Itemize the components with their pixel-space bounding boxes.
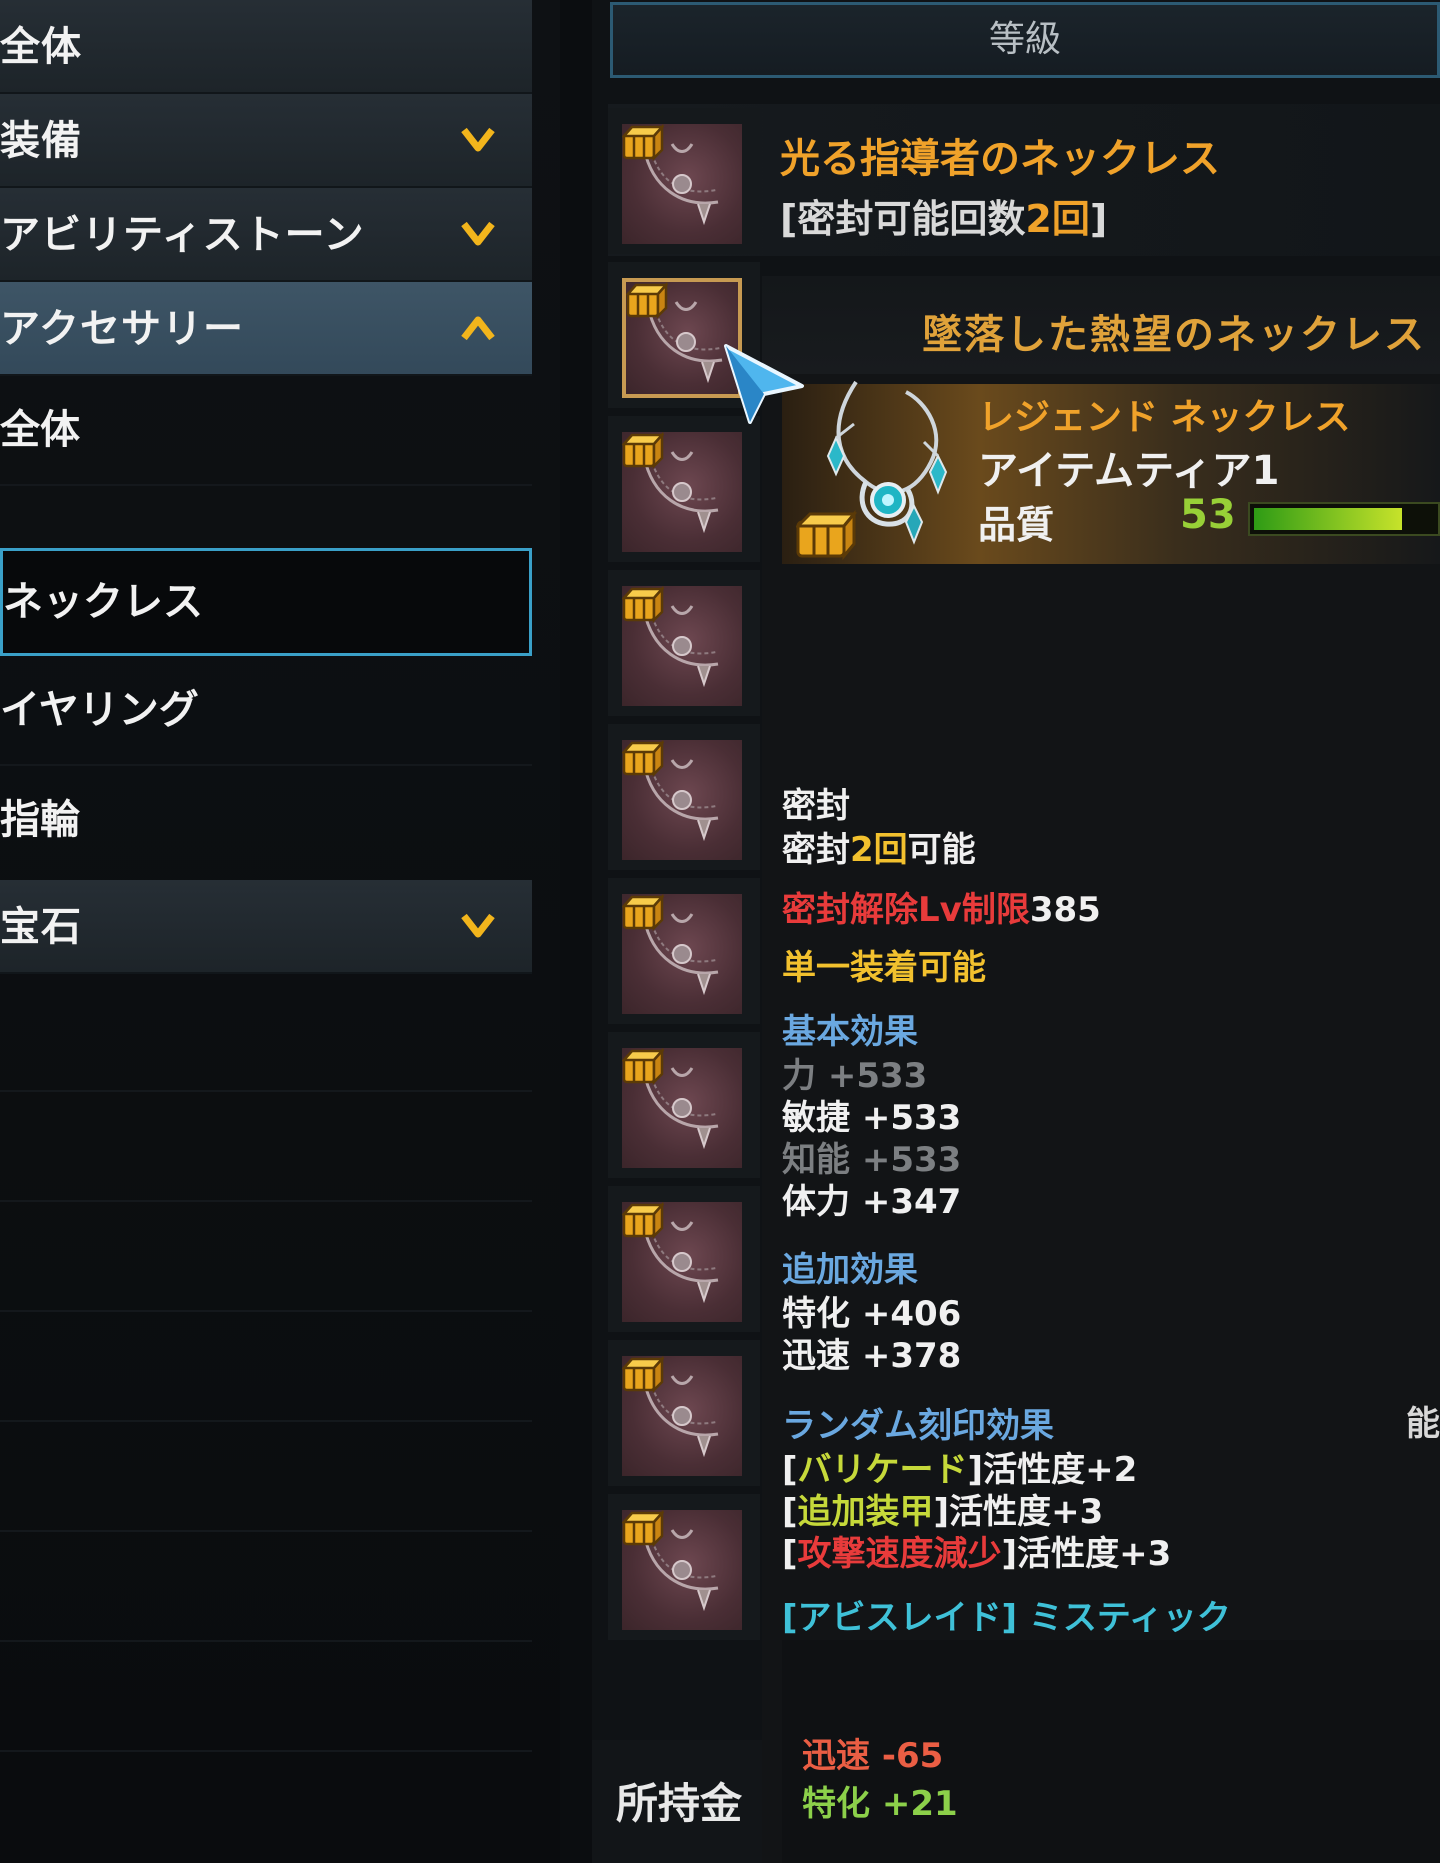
item-icon[interactable] [622,1510,742,1630]
basic-effect-header: 基本効果 [782,1012,918,1052]
unseal-value: 385 [1029,890,1101,930]
basic-effect-line: 体力 +347 [782,1182,962,1222]
single-equip: 単一装着可能 [782,948,986,988]
quality-bar-fill [1254,508,1402,530]
chevron-down-icon [461,913,495,938]
engraving-header: ランダム刻印効果 [782,1406,1054,1446]
quality-bar [1248,502,1440,536]
additional-effect-line: 迅速 +378 [782,1336,962,1376]
chevron-up-icon [461,316,495,341]
category-panel: 全体 装備 アビリティストーン アクセサリー 全体 ネックレス イヤリング 指輪… [0,0,560,1863]
seal-count: 2回 [1025,197,1090,241]
subcategory-earring[interactable]: イヤリング [0,656,532,764]
seal-prefix: 密封 [782,830,850,870]
package-icon [622,740,664,778]
grade-header-label: 等級 [988,19,1061,60]
subcategory-label: 指輪 [0,797,80,843]
divider [0,484,532,486]
item-icon[interactable] [622,740,742,860]
package-icon [622,432,664,470]
category-label: アクセサリー [0,306,244,352]
category-label: 宝石 [0,904,82,950]
category-gem[interactable]: 宝石 [0,880,532,974]
category-accessory[interactable]: アクセサリー [0,282,532,376]
divider [0,1640,532,1642]
item-icon[interactable] [622,1048,742,1168]
package-icon [622,1048,664,1086]
money-area: 所持金 [592,1740,762,1863]
package-icon [622,1510,664,1548]
category-label: 装備 [0,118,82,164]
item-icon[interactable] [622,1356,742,1476]
truncated-text: 能 [1406,1404,1440,1444]
seal-count: 2回 [850,830,908,870]
unseal-label: 密封解除Lv制限 [782,890,1030,930]
chevron-down-icon [461,221,495,246]
category-equipment[interactable]: 装備 [0,94,532,188]
set-effect: [アビスレイド] ミスティック [782,1598,1231,1638]
unseal-level-limit: 密封解除Lv制限385 [782,882,1101,931]
item-icon[interactable] [622,1202,742,1322]
additional-effect-header: 追加効果 [782,1250,918,1290]
package-icon [622,124,664,162]
item-seal-count: [密封可能回数2回] [780,188,1107,243]
chevron-down-icon [461,127,495,152]
divider [0,1090,532,1092]
compare-line: 特化 +21 [802,1784,958,1824]
item-tier: アイテムティア1 [978,448,1280,494]
seal-prefix: [密封可能回数 [780,197,1026,241]
item-name: 光る指導者のネックレス [780,136,1220,182]
subcategory-ring[interactable]: 指輪 [0,766,532,874]
seal-suffix: ] [1089,197,1108,241]
package-icon [626,282,668,320]
package-icon [622,894,664,932]
engraving-line: [攻撃速度減少]活性度+3 [782,1534,1172,1574]
tooltip-header: 墜落した熱望のネックレス [762,276,1440,374]
category-label: アビリティストーン [0,212,365,258]
divider [0,1200,532,1202]
subcategory-label: ネックレス [3,579,203,625]
item-summary-card: レジェンド ネックレス アイテムティア1 品質 53 [782,380,1440,564]
subcategory-label: イヤリング [0,687,199,733]
package-icon [622,586,664,624]
money-label: 所持金 [616,1779,743,1828]
divider [0,1530,532,1532]
seal-suffix: 可能 [907,830,976,870]
quality-value: 53 [1180,492,1236,538]
engraving-name: 攻撃速度減少 [797,1534,1002,1574]
item-tooltip: 墜落した熱望のネックレス レジェンド ネックレス アイテムティア1 品質 53 [762,276,1440,1863]
tooltip-title: 墜落した熱望のネックレス [922,311,1426,358]
mouse-cursor-icon [724,344,804,424]
seal-header: 密封 [782,786,850,826]
divider [0,1420,532,1422]
item-icon[interactable] [622,124,742,244]
category-label: 全体 [0,24,82,70]
quality-label: 品質 [978,503,1055,547]
divider [0,1310,532,1312]
package-icon [622,1356,664,1394]
item-icon[interactable] [622,894,742,1014]
category-all[interactable]: 全体 [0,0,532,94]
item-icon[interactable] [622,432,742,552]
subcategory-necklace[interactable]: ネックレス [0,548,532,656]
package-icon [622,1202,664,1240]
subcategory-all[interactable]: 全体 [0,376,532,484]
grade-column-header[interactable]: 等級 [610,2,1440,78]
engraving-value: 活性度+3 [1017,1534,1172,1574]
item-icon[interactable] [622,586,742,706]
compare-line: 迅速 -65 [802,1736,944,1776]
seal-info: 密封2回可能 [782,822,976,871]
divider [0,1750,532,1752]
item-grade: レジェンド ネックレス [978,397,1351,438]
necklace-icon [796,380,948,561]
subcategory-label: 全体 [0,407,80,453]
category-ability-stone[interactable]: アビリティストーン [0,188,532,282]
